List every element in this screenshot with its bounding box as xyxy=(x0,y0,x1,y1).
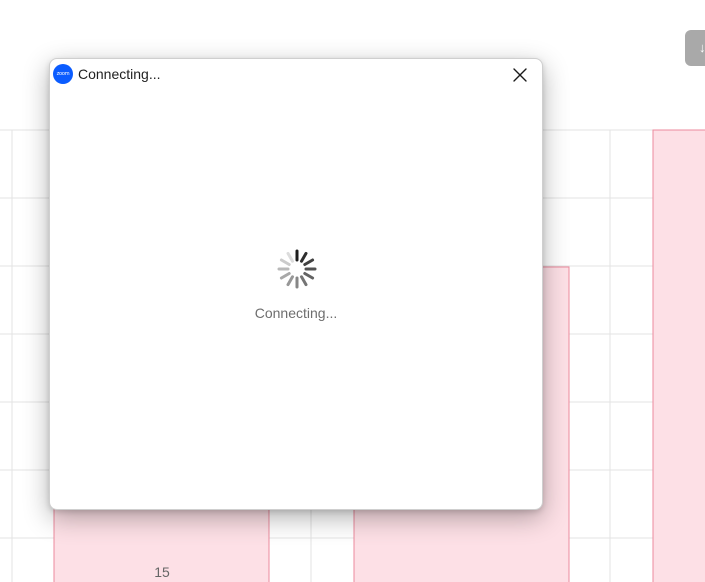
spinner-spoke xyxy=(286,251,294,263)
bar-data-label: 15 xyxy=(154,564,170,580)
spinner-spoke xyxy=(300,275,308,287)
spinner-spoke xyxy=(279,258,291,266)
spinner-spoke xyxy=(279,272,291,280)
spinner-spoke xyxy=(303,272,315,280)
zoom-logo-text: zoom xyxy=(56,71,70,77)
connecting-dialog: zoom Connecting... Connecting... xyxy=(49,58,543,510)
spinner-spoke xyxy=(300,251,308,263)
loading-spinner-icon xyxy=(277,249,317,289)
spinner-spoke xyxy=(286,275,294,287)
download-icon: ↓ xyxy=(699,40,705,55)
zoom-logo-icon: zoom xyxy=(53,64,73,84)
spinner-spoke xyxy=(303,258,315,266)
close-button[interactable] xyxy=(508,64,532,86)
dialog-titlebar: zoom Connecting... xyxy=(50,59,542,89)
close-icon xyxy=(513,68,527,82)
chart-bar xyxy=(652,129,705,582)
status-text: Connecting... xyxy=(254,305,338,321)
window-title: Connecting... xyxy=(78,66,161,82)
download-button[interactable]: ↓ xyxy=(685,30,705,66)
